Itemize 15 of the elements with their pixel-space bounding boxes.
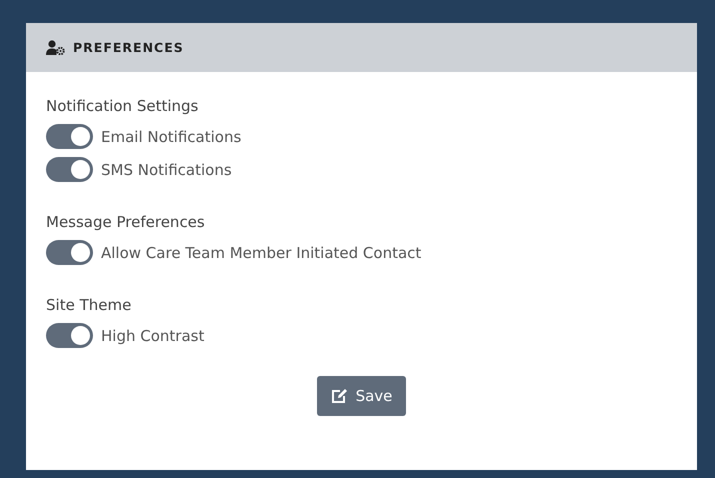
user-gear-icon	[46, 40, 65, 55]
save-button[interactable]: Save	[316, 376, 406, 416]
toggle-label: High Contrast	[101, 326, 204, 344]
toggle-switch[interactable]	[46, 124, 93, 149]
toggle-label: Email Notifications	[101, 128, 242, 146]
toggle-switch[interactable]	[46, 157, 93, 182]
edit-icon	[330, 388, 348, 404]
toggle-switch[interactable]	[46, 240, 93, 265]
panel-title: PREFERENCES	[73, 40, 184, 55]
toggle-label: SMS Notifications	[101, 160, 232, 178]
section-title: Message Preferences	[46, 212, 205, 232]
section-title: Notification Settings	[46, 96, 198, 116]
toggle-switch[interactable]	[46, 323, 93, 348]
section-title: Site Theme	[46, 295, 132, 315]
toggle-label: Allow Care Team Member Initiated Contact	[101, 244, 422, 262]
